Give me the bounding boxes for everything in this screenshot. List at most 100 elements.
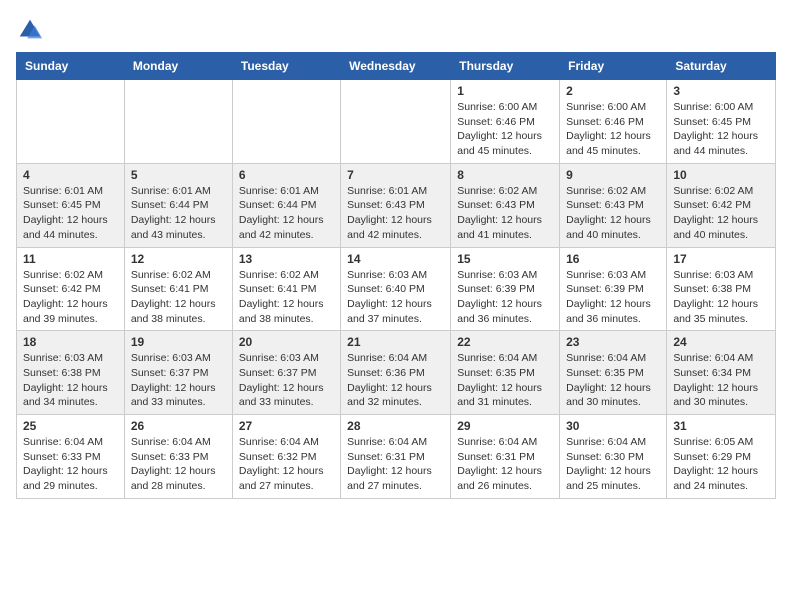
day-info: Sunrise: 6:04 AM Sunset: 6:33 PM Dayligh… xyxy=(131,435,226,494)
logo-icon xyxy=(16,16,44,44)
day-info: Sunrise: 6:03 AM Sunset: 6:37 PM Dayligh… xyxy=(239,351,334,410)
day-info: Sunrise: 6:03 AM Sunset: 6:38 PM Dayligh… xyxy=(23,351,118,410)
day-info: Sunrise: 6:02 AM Sunset: 6:41 PM Dayligh… xyxy=(131,268,226,327)
day-cell: 3 Sunrise: 6:00 AM Sunset: 6:45 PM Daylig… xyxy=(667,80,776,164)
day-cell: 26 Sunrise: 6:04 AM Sunset: 6:33 PM Dayli… xyxy=(124,415,232,499)
day-info: Sunrise: 6:02 AM Sunset: 6:43 PM Dayligh… xyxy=(566,184,660,243)
day-cell: 7Sunrise: 6:01 AM Sunset: 6:43 PM Daylig… xyxy=(341,163,451,247)
day-cell: 30 Sunrise: 6:04 AM Sunset: 6:30 PM Dayli… xyxy=(560,415,667,499)
day-number: 21 xyxy=(347,335,444,349)
day-cell: 15 Sunrise: 6:03 AM Sunset: 6:39 PM Dayli… xyxy=(451,247,560,331)
day-info: Sunrise: 6:01 AM Sunset: 6:44 PM Dayligh… xyxy=(131,184,226,243)
day-cell xyxy=(17,80,125,164)
day-info: Sunrise: 6:01 AM Sunset: 6:44 PM Dayligh… xyxy=(239,184,334,243)
day-cell: 8 Sunrise: 6:02 AM Sunset: 6:43 PM Daylig… xyxy=(451,163,560,247)
day-info: Sunrise: 6:04 AM Sunset: 6:30 PM Dayligh… xyxy=(566,435,660,494)
week-row-3: 11Sunrise: 6:02 AM Sunset: 6:42 PM Dayli… xyxy=(17,247,776,331)
day-number: 10 xyxy=(673,168,769,182)
day-info: Sunrise: 6:01 AM Sunset: 6:45 PM Dayligh… xyxy=(23,184,118,243)
day-info: Sunrise: 6:03 AM Sunset: 6:40 PM Dayligh… xyxy=(347,268,444,327)
day-cell: 11Sunrise: 6:02 AM Sunset: 6:42 PM Dayli… xyxy=(17,247,125,331)
day-number: 30 xyxy=(566,419,660,433)
day-number: 13 xyxy=(239,252,334,266)
day-number: 5 xyxy=(131,168,226,182)
day-cell: 27 Sunrise: 6:04 AM Sunset: 6:32 PM Dayli… xyxy=(232,415,340,499)
day-info: Sunrise: 6:00 AM Sunset: 6:46 PM Dayligh… xyxy=(457,100,553,159)
day-number: 1 xyxy=(457,84,553,98)
day-info: Sunrise: 6:00 AM Sunset: 6:45 PM Dayligh… xyxy=(673,100,769,159)
day-number: 27 xyxy=(239,419,334,433)
day-cell: 19Sunrise: 6:03 AM Sunset: 6:37 PM Dayli… xyxy=(124,331,232,415)
day-cell: 24 Sunrise: 6:04 AM Sunset: 6:34 PM Dayli… xyxy=(667,331,776,415)
header-saturday: Saturday xyxy=(667,53,776,80)
day-cell: 28 Sunrise: 6:04 AM Sunset: 6:31 PM Dayli… xyxy=(341,415,451,499)
day-number: 23 xyxy=(566,335,660,349)
header-friday: Friday xyxy=(560,53,667,80)
day-number: 2 xyxy=(566,84,660,98)
week-row-5: 25 Sunrise: 6:04 AM Sunset: 6:33 PM Dayli… xyxy=(17,415,776,499)
day-number: 25 xyxy=(23,419,118,433)
day-number: 16 xyxy=(566,252,660,266)
day-info: Sunrise: 6:00 AM Sunset: 6:46 PM Dayligh… xyxy=(566,100,660,159)
day-info: Sunrise: 6:02 AM Sunset: 6:41 PM Dayligh… xyxy=(239,268,334,327)
day-number: 14 xyxy=(347,252,444,266)
day-cell xyxy=(124,80,232,164)
day-number: 18 xyxy=(23,335,118,349)
day-info: Sunrise: 6:04 AM Sunset: 6:32 PM Dayligh… xyxy=(239,435,334,494)
day-info: Sunrise: 6:01 AM Sunset: 6:43 PM Dayligh… xyxy=(347,184,444,243)
day-number: 4 xyxy=(23,168,118,182)
day-cell: 14 Sunrise: 6:03 AM Sunset: 6:40 PM Dayli… xyxy=(341,247,451,331)
week-row-1: 1 Sunrise: 6:00 AM Sunset: 6:46 PM Daylig… xyxy=(17,80,776,164)
day-info: Sunrise: 6:04 AM Sunset: 6:34 PM Dayligh… xyxy=(673,351,769,410)
day-cell: 13 Sunrise: 6:02 AM Sunset: 6:41 PM Dayli… xyxy=(232,247,340,331)
header-wednesday: Wednesday xyxy=(341,53,451,80)
day-info: Sunrise: 6:04 AM Sunset: 6:35 PM Dayligh… xyxy=(566,351,660,410)
day-info: Sunrise: 6:03 AM Sunset: 6:39 PM Dayligh… xyxy=(457,268,553,327)
day-info: Sunrise: 6:04 AM Sunset: 6:36 PM Dayligh… xyxy=(347,351,444,410)
day-number: 29 xyxy=(457,419,553,433)
day-number: 20 xyxy=(239,335,334,349)
day-number: 24 xyxy=(673,335,769,349)
day-number: 6 xyxy=(239,168,334,182)
day-cell: 12Sunrise: 6:02 AM Sunset: 6:41 PM Dayli… xyxy=(124,247,232,331)
day-number: 3 xyxy=(673,84,769,98)
day-cell: 16Sunrise: 6:03 AM Sunset: 6:39 PM Dayli… xyxy=(560,247,667,331)
day-number: 31 xyxy=(673,419,769,433)
header-row: SundayMondayTuesdayWednesdayThursdayFrid… xyxy=(17,53,776,80)
day-cell: 22Sunrise: 6:04 AM Sunset: 6:35 PM Dayli… xyxy=(451,331,560,415)
logo xyxy=(16,16,46,44)
day-cell: 31 Sunrise: 6:05 AM Sunset: 6:29 PM Dayli… xyxy=(667,415,776,499)
day-cell: 18 Sunrise: 6:03 AM Sunset: 6:38 PM Dayli… xyxy=(17,331,125,415)
page-header xyxy=(16,16,776,44)
day-cell: 25 Sunrise: 6:04 AM Sunset: 6:33 PM Dayli… xyxy=(17,415,125,499)
day-info: Sunrise: 6:02 AM Sunset: 6:42 PM Dayligh… xyxy=(673,184,769,243)
day-cell: 29 Sunrise: 6:04 AM Sunset: 6:31 PM Dayli… xyxy=(451,415,560,499)
day-number: 8 xyxy=(457,168,553,182)
header-thursday: Thursday xyxy=(451,53,560,80)
day-info: Sunrise: 6:04 AM Sunset: 6:31 PM Dayligh… xyxy=(457,435,553,494)
day-info: Sunrise: 6:03 AM Sunset: 6:38 PM Dayligh… xyxy=(673,268,769,327)
header-sunday: Sunday xyxy=(17,53,125,80)
day-info: Sunrise: 6:04 AM Sunset: 6:31 PM Dayligh… xyxy=(347,435,444,494)
day-cell: 1 Sunrise: 6:00 AM Sunset: 6:46 PM Daylig… xyxy=(451,80,560,164)
day-info: Sunrise: 6:02 AM Sunset: 6:43 PM Dayligh… xyxy=(457,184,553,243)
day-info: Sunrise: 6:04 AM Sunset: 6:33 PM Dayligh… xyxy=(23,435,118,494)
header-monday: Monday xyxy=(124,53,232,80)
week-row-2: 4 Sunrise: 6:01 AM Sunset: 6:45 PM Daylig… xyxy=(17,163,776,247)
day-cell xyxy=(341,80,451,164)
week-row-4: 18 Sunrise: 6:03 AM Sunset: 6:38 PM Dayli… xyxy=(17,331,776,415)
day-number: 28 xyxy=(347,419,444,433)
day-cell: 6 Sunrise: 6:01 AM Sunset: 6:44 PM Daylig… xyxy=(232,163,340,247)
day-cell: 5 Sunrise: 6:01 AM Sunset: 6:44 PM Daylig… xyxy=(124,163,232,247)
day-info: Sunrise: 6:05 AM Sunset: 6:29 PM Dayligh… xyxy=(673,435,769,494)
day-number: 19 xyxy=(131,335,226,349)
day-number: 26 xyxy=(131,419,226,433)
day-cell xyxy=(232,80,340,164)
day-cell: 4 Sunrise: 6:01 AM Sunset: 6:45 PM Daylig… xyxy=(17,163,125,247)
day-number: 17 xyxy=(673,252,769,266)
day-cell: 17 Sunrise: 6:03 AM Sunset: 6:38 PM Dayli… xyxy=(667,247,776,331)
day-cell: 9 Sunrise: 6:02 AM Sunset: 6:43 PM Daylig… xyxy=(560,163,667,247)
day-number: 9 xyxy=(566,168,660,182)
day-cell: 10 Sunrise: 6:02 AM Sunset: 6:42 PM Dayli… xyxy=(667,163,776,247)
day-number: 15 xyxy=(457,252,553,266)
